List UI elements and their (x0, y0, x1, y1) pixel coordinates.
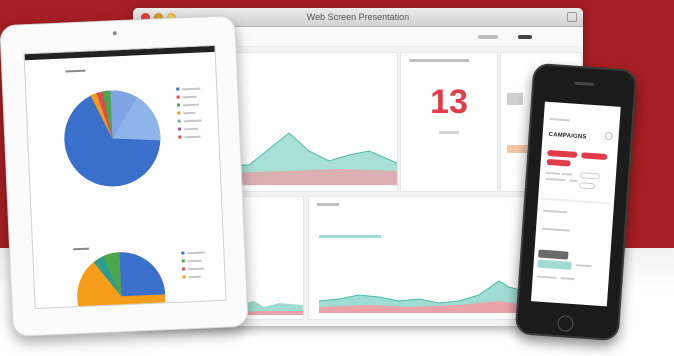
legend-marker (176, 95, 180, 99)
legend-marker (177, 127, 182, 131)
camera-icon (112, 31, 117, 36)
panel-title (317, 203, 339, 206)
tablet-screen (23, 44, 227, 310)
counter-value: 13 (430, 83, 468, 121)
resize-icon[interactable] (567, 12, 577, 22)
avatar[interactable] (604, 131, 613, 141)
chart-legend (319, 235, 381, 238)
top-bar-line (549, 117, 570, 122)
filter-tag[interactable] (546, 158, 571, 167)
status-badge (537, 259, 572, 270)
legend-marker (177, 119, 181, 123)
legend-marker (181, 251, 185, 255)
legend-marker (181, 259, 185, 263)
home-button[interactable] (556, 315, 575, 333)
list-line (536, 275, 557, 279)
toolbar-item[interactable] (478, 35, 498, 39)
list-line (560, 277, 575, 281)
option-chip[interactable] (578, 182, 596, 190)
list-line (561, 172, 572, 176)
legend-marker (177, 111, 181, 115)
tablet-device (0, 15, 249, 337)
filter-tag[interactable] (581, 152, 608, 161)
section-label (541, 227, 571, 232)
app-title: CAMPAIGNS (548, 131, 587, 141)
list-line (545, 171, 560, 175)
counter-caption (439, 131, 459, 134)
status-badge (538, 249, 569, 260)
legend-marker (176, 87, 180, 91)
counter-panel: 13 (401, 53, 497, 191)
section-label (543, 209, 568, 214)
list-line (569, 179, 578, 183)
pie-slice (119, 252, 166, 297)
legend-marker (176, 103, 181, 107)
list-line (545, 177, 566, 182)
chart-panel-bottom-right (309, 197, 550, 319)
option-chip[interactable] (579, 172, 601, 180)
legend-marker (182, 275, 186, 279)
filter-tag[interactable] (547, 149, 578, 158)
legend-marker (182, 267, 186, 271)
area-chart-bottom-right (318, 280, 550, 313)
phone-screen: CAMPAIGNS (530, 101, 621, 307)
speaker-icon (574, 81, 595, 86)
divider (542, 197, 611, 205)
toolbar-item[interactable] (518, 35, 532, 39)
list-line (575, 264, 592, 268)
counter-panel-title (409, 59, 469, 62)
side-panel-figure (507, 93, 523, 105)
legend-marker (178, 135, 182, 139)
side-panel-tag (507, 145, 527, 153)
phone-device: CAMPAIGNS (514, 62, 638, 342)
